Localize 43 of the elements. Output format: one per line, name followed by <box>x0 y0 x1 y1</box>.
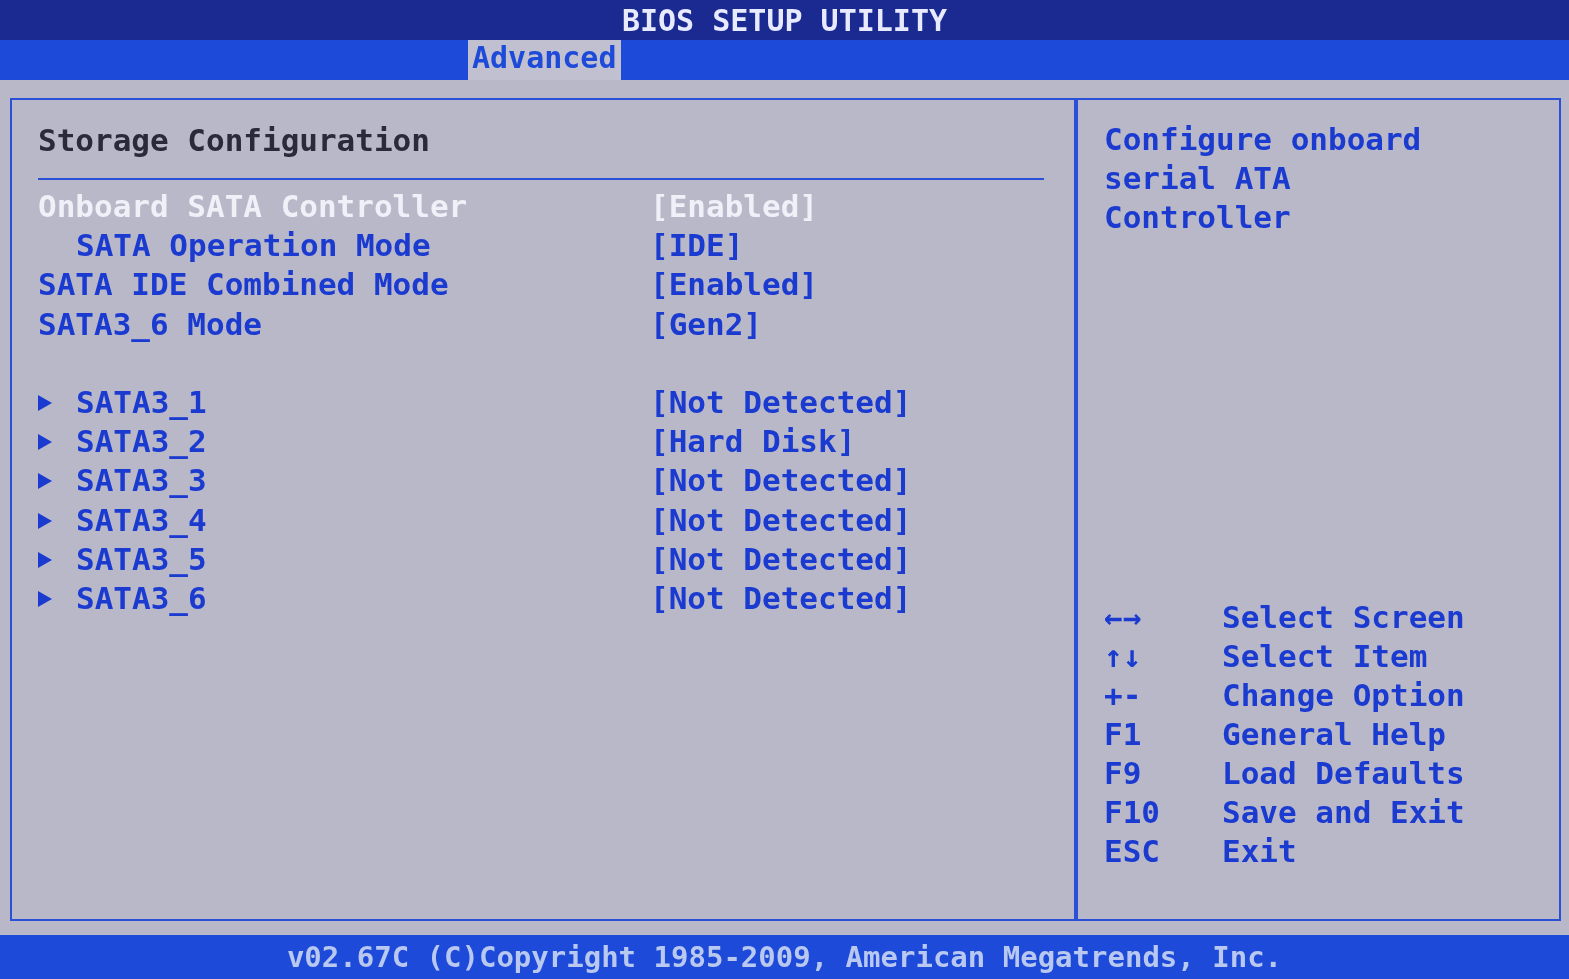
key-label: ←→ <box>1104 598 1143 637</box>
setting-value[interactable]: [Not Detected] <box>650 462 912 499</box>
setting-value[interactable]: [Enabled] <box>650 266 818 303</box>
setting-label[interactable]: SATA Operation Mode <box>38 226 650 263</box>
triangle-icon <box>38 473 52 490</box>
key-label: F9 <box>1104 754 1143 793</box>
key-action: Change Option <box>1222 676 1465 715</box>
key-action: Load Defaults <box>1222 754 1465 793</box>
setting-value[interactable]: [Not Detected] <box>650 541 912 577</box>
setting-value[interactable]: [Gen2] <box>650 305 762 342</box>
submenu-label[interactable]: SATA3_1 <box>38 383 207 420</box>
triangle-icon <box>38 512 52 529</box>
submenu-label[interactable]: SATA3_5 <box>38 541 207 577</box>
triangle-icon <box>38 552 52 568</box>
setting-value[interactable]: [Hard Disk] <box>650 423 856 460</box>
submenu-label[interactable]: SATA3_2 <box>38 423 207 460</box>
key-action: Exit <box>1222 832 1297 871</box>
key-label: F10 <box>1104 793 1161 832</box>
key-label: +- <box>1104 676 1143 715</box>
key-label: ESC <box>1104 832 1161 871</box>
key-action: Select Screen <box>1222 598 1465 637</box>
setting-value[interactable]: [Not Detected] <box>650 383 912 420</box>
setting-value[interactable]: [Not Detected] <box>650 580 912 617</box>
setting-label[interactable]: SATA3_6 Mode <box>38 305 650 342</box>
submenu-label[interactable]: SATA3_4 <box>38 501 207 538</box>
help-text: Configure onboard serial ATA Controller <box>1104 120 1423 237</box>
key-label: ↑↓ <box>1104 637 1143 676</box>
submenu-label[interactable]: SATA3_3 <box>38 462 207 499</box>
submenu-label[interactable]: SATA3_6 <box>38 580 207 617</box>
window-title: BIOS SETUP UTILITY <box>621 2 948 38</box>
key-action: General Help <box>1222 715 1446 754</box>
key-label: F1 <box>1104 715 1143 754</box>
tab[interactable]: Advanced <box>468 40 621 80</box>
copyright-text: v02.67C (C)Copyright 1985-2009, American Megatrends, Inc. <box>286 940 1283 974</box>
key-action: Select Item <box>1222 637 1428 676</box>
setting-value[interactable]: [Not Detected] <box>650 501 912 538</box>
setting-label[interactable]: SATA IDE Combined Mode <box>38 266 650 303</box>
triangle-icon <box>38 434 52 451</box>
triangle-icon <box>38 591 52 608</box>
key-action: Save and Exit <box>1222 793 1465 832</box>
setting-value[interactable]: [IDE] <box>650 226 744 263</box>
panel-title: Storage Configuration <box>38 121 431 160</box>
triangle-icon <box>38 394 52 411</box>
